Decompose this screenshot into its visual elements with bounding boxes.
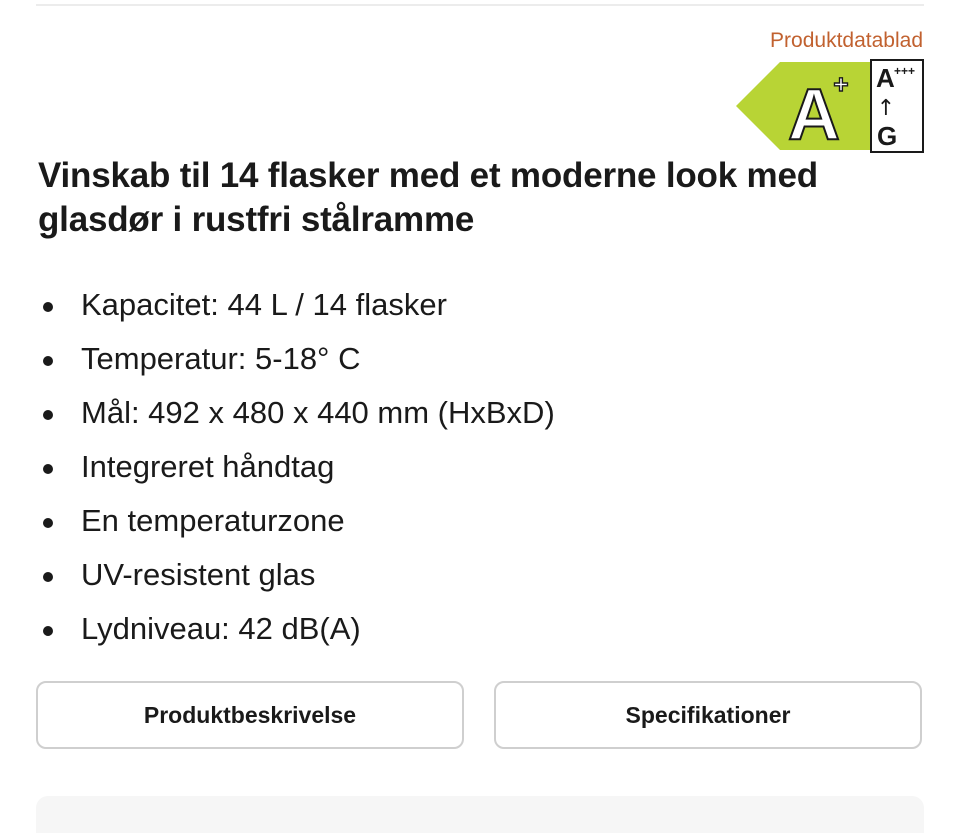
energy-label-badge[interactable]: A + A +++ ↑ G	[734, 59, 924, 153]
bullet-icon	[43, 302, 53, 312]
feature-item: Temperatur: 5-18° C	[0, 332, 555, 386]
bullet-icon	[43, 572, 53, 582]
product-title: Vinskab til 14 flasker med et moderne lo…	[38, 156, 818, 239]
feature-item: Integreret håndtag	[0, 440, 555, 494]
energy-scale-arrow: ↑	[877, 96, 895, 121]
feature-text: Lydniveau: 42 dB(A)	[81, 611, 361, 646]
energy-rating-letter: A	[788, 75, 840, 153]
feature-text: Kapacitet: 44 L / 14 flasker	[81, 287, 447, 322]
feature-item: Kapacitet: 44 L / 14 flasker	[0, 278, 555, 332]
feature-list: Kapacitet: 44 L / 14 flasker Temperatur:…	[0, 278, 555, 656]
feature-text: Temperatur: 5-18° C	[81, 341, 361, 376]
feature-text: UV-resistent glas	[81, 557, 316, 592]
product-page: Produktdatablad A + A +++ ↑ G Vinskab ti…	[0, 0, 960, 833]
feature-text: Integreret håndtag	[81, 449, 335, 484]
bullet-icon	[43, 626, 53, 636]
bullet-icon	[43, 518, 53, 528]
bottom-panel	[36, 796, 924, 833]
feature-item: Lydniveau: 42 dB(A)	[0, 602, 555, 656]
feature-item: UV-resistent glas	[0, 548, 555, 602]
energy-scale-top-plus: +++	[894, 64, 915, 78]
top-divider	[36, 4, 924, 6]
energy-scale-top: A	[876, 63, 895, 93]
specifications-button[interactable]: Specifikationer	[494, 681, 922, 749]
energy-scale-bottom: G	[877, 121, 897, 151]
datasheet-link[interactable]: Produktdatablad	[770, 29, 923, 53]
product-description-button[interactable]: Produktbeskrivelse	[36, 681, 464, 749]
bullet-icon	[43, 356, 53, 366]
energy-rating-plus: +	[833, 69, 848, 99]
feature-item: En temperaturzone	[0, 494, 555, 548]
feature-item: Mål: 492 x 480 x 440 mm (HxBxD)	[0, 386, 555, 440]
feature-text: Mål: 492 x 480 x 440 mm (HxBxD)	[81, 395, 555, 430]
bullet-icon	[43, 464, 53, 474]
bullet-icon	[43, 410, 53, 420]
feature-text: En temperaturzone	[81, 503, 345, 538]
